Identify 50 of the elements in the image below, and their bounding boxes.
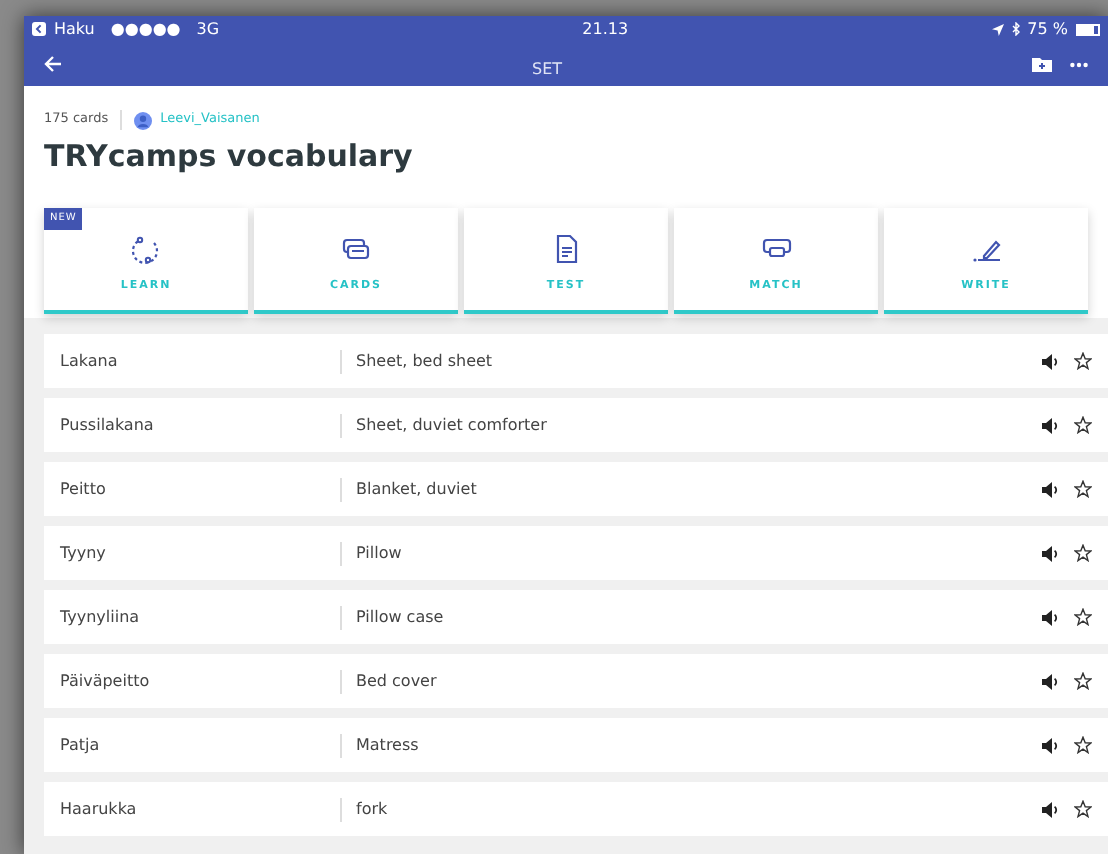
star-icon[interactable] <box>1074 672 1092 690</box>
definition-text: Pillow <box>356 541 404 565</box>
location-icon <box>991 23 1004 35</box>
more-icon[interactable] <box>1070 61 1088 67</box>
star-icon[interactable] <box>1074 736 1092 754</box>
clock-time: 21.13 <box>582 19 629 37</box>
star-icon[interactable] <box>1074 480 1092 498</box>
term-text: Tyynyliina <box>60 605 142 629</box>
bluetooth-icon <box>1011 22 1020 36</box>
term-text: Tyyny <box>60 541 108 565</box>
battery-percent: 75 % <box>1027 17 1068 41</box>
avatar-icon <box>134 111 153 129</box>
speaker-icon[interactable] <box>1042 609 1060 625</box>
term-text: Peitto <box>60 477 108 501</box>
definition-text: Blanket, duviet <box>356 477 479 501</box>
star-icon[interactable] <box>1074 608 1092 626</box>
add-folder-icon[interactable] <box>1032 56 1052 72</box>
speaker-icon[interactable] <box>1042 417 1060 433</box>
speaker-icon[interactable] <box>1042 481 1060 497</box>
back-icon[interactable] <box>32 22 46 36</box>
star-icon[interactable] <box>1074 544 1092 562</box>
set-title: TRYcamps vocabulary <box>44 136 415 178</box>
definition-text: fork <box>356 797 390 821</box>
star-icon[interactable] <box>1074 416 1092 434</box>
document-icon <box>551 234 581 265</box>
term-text: Pussilakana <box>60 413 156 437</box>
network-type: 3G <box>196 17 220 41</box>
definition-text: Sheet, duviet comforter <box>356 413 549 437</box>
speaker-icon[interactable] <box>1042 801 1060 817</box>
definition-text: Matress <box>356 733 421 757</box>
page-title: SET <box>531 60 563 78</box>
term-text: Päiväpeitto <box>60 669 152 693</box>
term-text: Lakana <box>60 349 120 373</box>
definition-text: Pillow case <box>356 605 446 629</box>
term-text: Patja <box>60 733 102 757</box>
signal-strength: ●●●●● <box>110 17 181 41</box>
star-icon[interactable] <box>1074 800 1092 818</box>
cards-icon <box>341 234 371 265</box>
definition-text: Sheet, bed sheet <box>356 349 495 373</box>
back-arrow-icon[interactable] <box>44 56 62 72</box>
star-icon[interactable] <box>1074 352 1092 370</box>
term-text: Haarukka <box>60 797 139 821</box>
battery-icon <box>1076 23 1100 35</box>
carrier-name: Haku <box>54 17 95 41</box>
speaker-icon[interactable] <box>1042 673 1060 689</box>
speaker-icon[interactable] <box>1042 737 1060 753</box>
speaker-icon[interactable] <box>1042 353 1060 369</box>
speaker-icon[interactable] <box>1042 545 1060 561</box>
definition-text: Bed cover <box>356 669 439 693</box>
dotted-circle-icon <box>131 234 161 265</box>
